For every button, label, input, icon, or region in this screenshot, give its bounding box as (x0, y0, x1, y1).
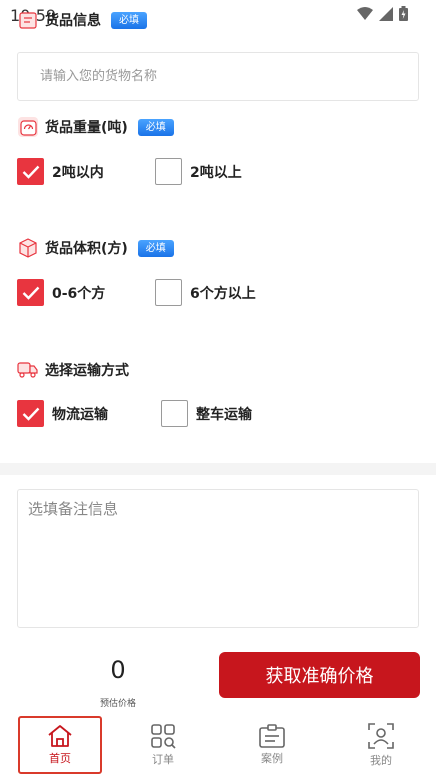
option-label: 6个方以上 (190, 285, 256, 302)
estimated-price-value: 0 (110, 656, 126, 684)
transport-title: 选择运输方式 (45, 363, 129, 379)
scale-icon (17, 116, 39, 138)
checkbox-unchecked[interactable] (155, 279, 182, 306)
option-label: 2吨以上 (190, 164, 242, 181)
goods-name-field[interactable] (17, 52, 419, 101)
volume-option-0-6[interactable]: 0-6个方 (17, 279, 105, 306)
required-badge: 必填 (137, 239, 174, 257)
weight-header: 货品重量(吨) 必填 (17, 116, 174, 138)
tab-label: 首页 (49, 752, 71, 765)
transport-option-full-truck[interactable]: 整车运输 (161, 400, 252, 427)
option-label: 2吨以内 (52, 164, 104, 181)
goods-name-input[interactable] (18, 53, 418, 100)
goods-info-header: 货品信息 必填 (17, 9, 147, 31)
tab-label: 我的 (370, 754, 392, 767)
cube-icon (17, 237, 39, 259)
checkmark-icon (22, 407, 39, 421)
checkbox-checked[interactable] (17, 279, 44, 306)
checkbox-checked[interactable] (17, 400, 44, 427)
remark-input[interactable] (18, 490, 418, 627)
checkbox-unchecked[interactable] (155, 158, 182, 185)
volume-option-over-6[interactable]: 6个方以上 (155, 279, 256, 306)
checkbox-unchecked[interactable] (161, 400, 188, 427)
truck-icon (17, 359, 39, 381)
volume-title: 货品体积(方) (45, 241, 128, 257)
checkbox-checked[interactable] (17, 158, 44, 185)
checkmark-icon (22, 165, 39, 179)
remark-field[interactable] (17, 489, 419, 628)
status-icons (357, 6, 408, 21)
option-label: 0-6个方 (52, 285, 106, 302)
option-label: 物流运输 (52, 406, 108, 423)
tab-label: 订单 (152, 753, 174, 766)
tab-profile[interactable]: 我的 (339, 716, 423, 774)
weight-option-under-2t[interactable]: 2吨以内 (17, 158, 104, 185)
required-badge: 必填 (137, 118, 174, 136)
transport-header: 选择运输方式 (17, 359, 129, 381)
goods-box-icon (17, 9, 39, 31)
tab-home[interactable]: 首页 (18, 716, 102, 774)
option-label: 整车运输 (196, 406, 252, 423)
checkmark-icon (22, 286, 39, 300)
section-divider (0, 463, 436, 475)
weight-title: 货品重量(吨) (45, 120, 128, 136)
tab-cases[interactable]: 案例 (230, 716, 314, 774)
order-grid-icon (151, 724, 176, 749)
volume-header: 货品体积(方) 必填 (17, 237, 174, 259)
goods-info-title: 货品信息 (45, 13, 101, 29)
tab-orders[interactable]: 订单 (121, 716, 205, 774)
required-badge: 必填 (111, 11, 147, 29)
battery-icon (399, 6, 408, 21)
tab-label: 案例 (261, 752, 283, 765)
transport-option-logistics[interactable]: 物流运输 (17, 400, 108, 427)
case-clipboard-icon (259, 724, 285, 748)
wifi-icon (357, 6, 373, 20)
home-icon (48, 725, 72, 747)
bottom-tab-bar: 首页 订单 案例 我的 (0, 714, 436, 775)
weight-option-over-2t[interactable]: 2吨以上 (155, 158, 242, 185)
estimated-price-label: 预估价格 (99, 699, 136, 709)
signal-icon (379, 6, 393, 21)
profile-icon (368, 723, 394, 749)
get-accurate-price-button[interactable]: 获取准确价格 (219, 652, 420, 698)
